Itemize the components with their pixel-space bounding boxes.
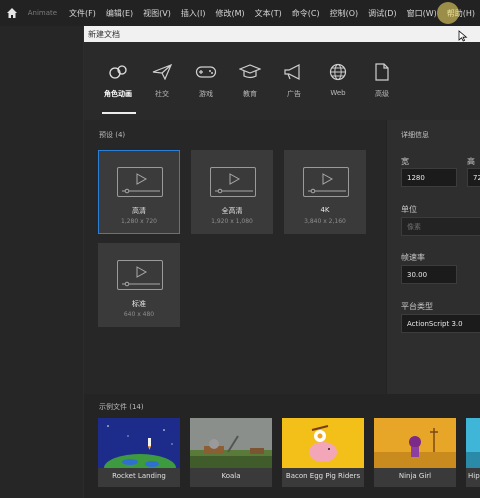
tab-label: Web	[330, 89, 346, 97]
preset-card-standard[interactable]: 标准 640 x 480	[98, 243, 180, 327]
tab-label: 高级	[375, 90, 389, 98]
sample-bacon-egg-pig-riders[interactable]: Bacon Egg Pig Riders	[282, 418, 364, 487]
paper-plane-icon	[151, 62, 173, 82]
sample-name: Rocket Landing	[112, 472, 166, 480]
mouse-pointer-icon	[458, 30, 468, 42]
hip-thumbnail	[466, 418, 480, 468]
fps-input[interactable]: 30.00	[401, 265, 457, 284]
sample-rocket-landing[interactable]: Rocket Landing	[98, 418, 180, 487]
preset-title: 高清	[132, 207, 146, 215]
tab-advanced[interactable]: 高级	[360, 62, 404, 99]
tab-label: 角色动画	[104, 90, 132, 98]
preset-size: 1,280 x 720	[121, 218, 157, 225]
tab-social[interactable]: 社交	[140, 62, 184, 99]
preset-size: 640 x 480	[123, 311, 155, 318]
gamepad-icon	[195, 62, 217, 82]
home-icon[interactable]	[4, 3, 20, 23]
width-label: 宽	[401, 157, 409, 166]
presets-title: 预设 (4)	[99, 131, 126, 139]
menu-bar: Animate 文件(F) 编辑(E) 视图(V) 插入(I) 修改(M) 文本…	[0, 0, 480, 26]
menu-edit[interactable]: 编辑(E)	[101, 8, 138, 19]
tab-games[interactable]: 游戏	[184, 62, 228, 99]
details-title: 详细信息	[401, 131, 429, 139]
height-input[interactable]: 72	[467, 168, 480, 187]
app-name: Animate	[27, 9, 58, 17]
menu-modify[interactable]: 修改(M)	[211, 8, 250, 19]
height-label: 高	[467, 157, 475, 166]
tab-label: 广告	[287, 90, 301, 98]
menu-text[interactable]: 文本(T)	[250, 8, 287, 19]
preset-title: 全高清	[221, 207, 243, 215]
sample-name: Hip	[468, 472, 480, 480]
preset-title: 标准	[132, 300, 146, 308]
menu-debug[interactable]: 调试(D)	[363, 8, 401, 19]
tab-label: 社交	[155, 90, 169, 98]
dialog-titlebar[interactable]: 新建文档	[84, 26, 480, 42]
unit-label: 单位	[401, 205, 417, 214]
menu-insert[interactable]: 插入(I)	[176, 8, 211, 19]
sample-koala[interactable]: Koala	[190, 418, 272, 487]
preset-title: 4K	[320, 206, 330, 214]
globe-icon	[327, 62, 349, 82]
bacon-egg-pig-riders-thumbnail	[282, 418, 364, 468]
platform-label: 平台类型	[401, 302, 433, 311]
tab-label: 教育	[243, 90, 257, 98]
megaphone-icon	[283, 62, 305, 82]
preset-size: 1,920 x 1,080	[211, 218, 253, 225]
sample-ninja-girl[interactable]: Ninja Girl	[374, 418, 456, 487]
tab-advertising[interactable]: 广告	[272, 62, 316, 99]
menu-file[interactable]: 文件(F)	[64, 8, 101, 19]
sample-name: Bacon Egg Pig Riders	[285, 472, 361, 480]
koala-thumbnail	[190, 418, 272, 468]
video-preview-icon	[303, 167, 349, 197]
workspace-background	[0, 26, 84, 498]
active-tab-indicator	[102, 112, 136, 114]
graduation-cap-icon	[239, 62, 261, 82]
tab-label: 游戏	[199, 90, 213, 98]
width-input[interactable]: 1280	[401, 168, 457, 187]
details-panel: 详细信息 宽 高 1280 72 单位 像素 帧速率 30.00 平台类型 Ac…	[386, 120, 480, 394]
ninja-girl-thumbnail	[374, 418, 456, 468]
cursor-highlight	[437, 2, 459, 24]
samples-panel: 示例文件 (14) Rocket Landing Koala Bacon Egg…	[84, 394, 480, 498]
sample-hip[interactable]: Hip	[466, 418, 480, 487]
video-preview-icon	[210, 167, 256, 197]
video-preview-icon	[117, 260, 163, 290]
video-preview-icon	[117, 167, 163, 197]
samples-title: 示例文件 (14)	[99, 403, 144, 411]
preset-card-hd[interactable]: 高清 1,280 x 720	[98, 150, 180, 234]
unit-select[interactable]: 像素	[401, 217, 480, 236]
dialog-title: 新建文档	[88, 29, 120, 39]
presets-panel: 预设 (4) 高清 1,280 x 720 全高清 1,920 x 1,080	[84, 120, 386, 394]
sample-name: Ninja Girl	[398, 472, 432, 480]
tab-character-animation[interactable]: 角色动画	[96, 62, 140, 99]
fps-label: 帧速率	[401, 253, 425, 262]
menu-window[interactable]: 窗口(W)	[402, 8, 442, 19]
tab-education[interactable]: 教育	[228, 62, 272, 99]
sample-name: Koala	[221, 472, 241, 480]
new-document-dialog: 新建文档 角色动画 社交 游戏 教育 广告 Web 高级 预设 (4) 高清 1…	[84, 26, 480, 498]
character-animation-icon	[107, 62, 129, 82]
menu-view[interactable]: 视图(V)	[138, 8, 176, 19]
category-tabs: 角色动画 社交 游戏 教育 广告 Web 高级	[84, 42, 480, 120]
preset-card-full-hd[interactable]: 全高清 1,920 x 1,080	[191, 150, 273, 234]
rocket-landing-thumbnail	[98, 418, 180, 468]
menu-control[interactable]: 控制(O)	[325, 8, 364, 19]
platform-select[interactable]: ActionScript 3.0	[401, 314, 480, 333]
menu-commands[interactable]: 命令(C)	[287, 8, 325, 19]
tab-web[interactable]: Web	[316, 62, 360, 97]
preset-size: 3,840 x 2,160	[304, 218, 346, 225]
document-icon	[371, 62, 393, 82]
preset-card-4k[interactable]: 4K 3,840 x 2,160	[284, 150, 366, 234]
